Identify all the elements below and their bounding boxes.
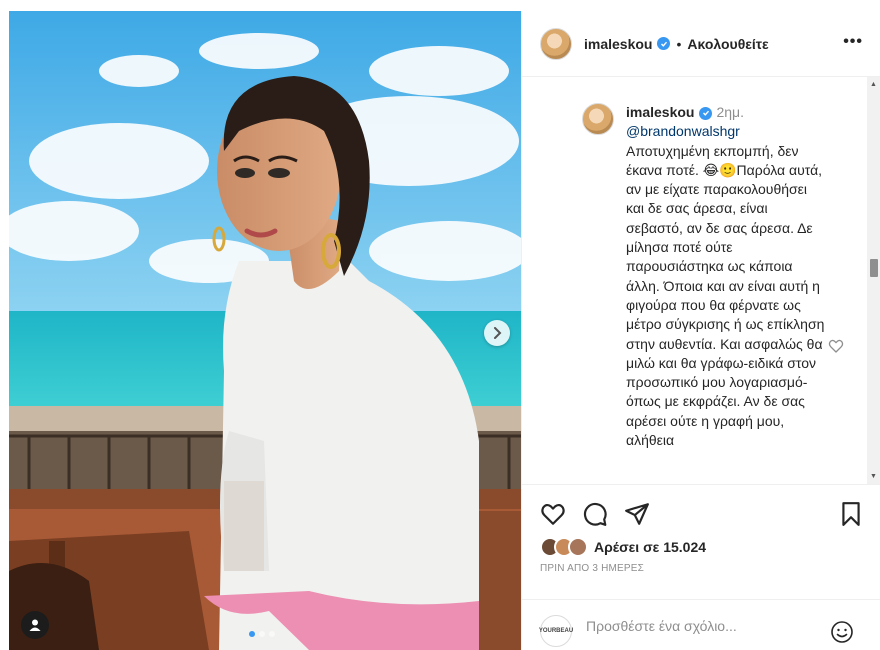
comment-time: 2ημ. (716, 104, 745, 120)
scrollbar-thumb[interactable] (870, 259, 878, 277)
carousel-dot (269, 631, 275, 637)
comment-icon[interactable] (582, 501, 608, 527)
chevron-right-icon (494, 327, 502, 339)
post-media[interactable] (9, 11, 521, 650)
post-sidebar: imaleskou • Ακολουθείτε ••• imaleskou 2ημ… (521, 11, 880, 650)
add-comment-input[interactable] (586, 618, 816, 634)
post-actions: Αρέσει σε 15.024 ΠΡΙΝ ΑΠΟ 3 ΗΜΕΡΕΣ (522, 484, 880, 599)
avatar (568, 537, 588, 557)
comment-text: Αποτυχημένη εκπομπή, δεν έκανα ποτέ. 😂🙂Π… (626, 142, 825, 449)
following-button[interactable]: Ακολουθείτε (687, 36, 768, 52)
carousel-dot (259, 631, 265, 637)
share-icon[interactable] (624, 501, 650, 527)
verified-badge-icon (699, 106, 713, 120)
liker-avatars (540, 537, 588, 557)
likes-count[interactable]: Αρέσει σε 15.024 (594, 539, 706, 555)
post-date[interactable]: ΠΡΙΝ ΑΠΟ 3 ΗΜΕΡΕΣ (540, 563, 644, 574)
carousel-dots (249, 631, 275, 637)
header-separator: • (676, 35, 682, 52)
user-tag-button[interactable] (21, 611, 49, 639)
comment-mention[interactable]: @brandonwalshgr (626, 122, 826, 141)
verified-badge-icon (657, 37, 671, 50)
comments-scrollbar[interactable]: ▲ ▼ (867, 77, 880, 484)
add-comment-bar: YOURBEAU (522, 599, 880, 650)
carousel-dot (249, 631, 255, 637)
scroll-up-icon[interactable]: ▲ (870, 81, 877, 88)
next-slide-button[interactable] (484, 320, 510, 346)
post-photo (9, 11, 521, 650)
comment-like-icon[interactable] (828, 338, 844, 354)
bookmark-icon[interactable] (838, 501, 864, 527)
comment-username[interactable]: imaleskou (626, 104, 694, 120)
comments-section[interactable]: imaleskou 2ημ. @brandonwalshgr Αποτυχημέν… (522, 77, 880, 484)
likes-summary[interactable]: Αρέσει σε 15.024 (540, 537, 706, 557)
smiley-icon[interactable] (830, 620, 854, 644)
comment-avatar[interactable] (582, 103, 614, 135)
more-options-icon[interactable]: ••• (843, 33, 863, 51)
heart-icon[interactable] (540, 501, 566, 527)
post-header: imaleskou • Ακολουθείτε ••• (522, 11, 880, 77)
comment-body: imaleskou 2ημ. @brandonwalshgr Αποτυχημέν… (626, 103, 826, 450)
author-username[interactable]: imaleskou (584, 36, 652, 52)
author-avatar[interactable] (540, 27, 572, 60)
user-tag-icon (29, 619, 41, 631)
scroll-down-icon[interactable]: ▼ (870, 473, 877, 480)
current-user-avatar: YOURBEAU (539, 615, 573, 647)
